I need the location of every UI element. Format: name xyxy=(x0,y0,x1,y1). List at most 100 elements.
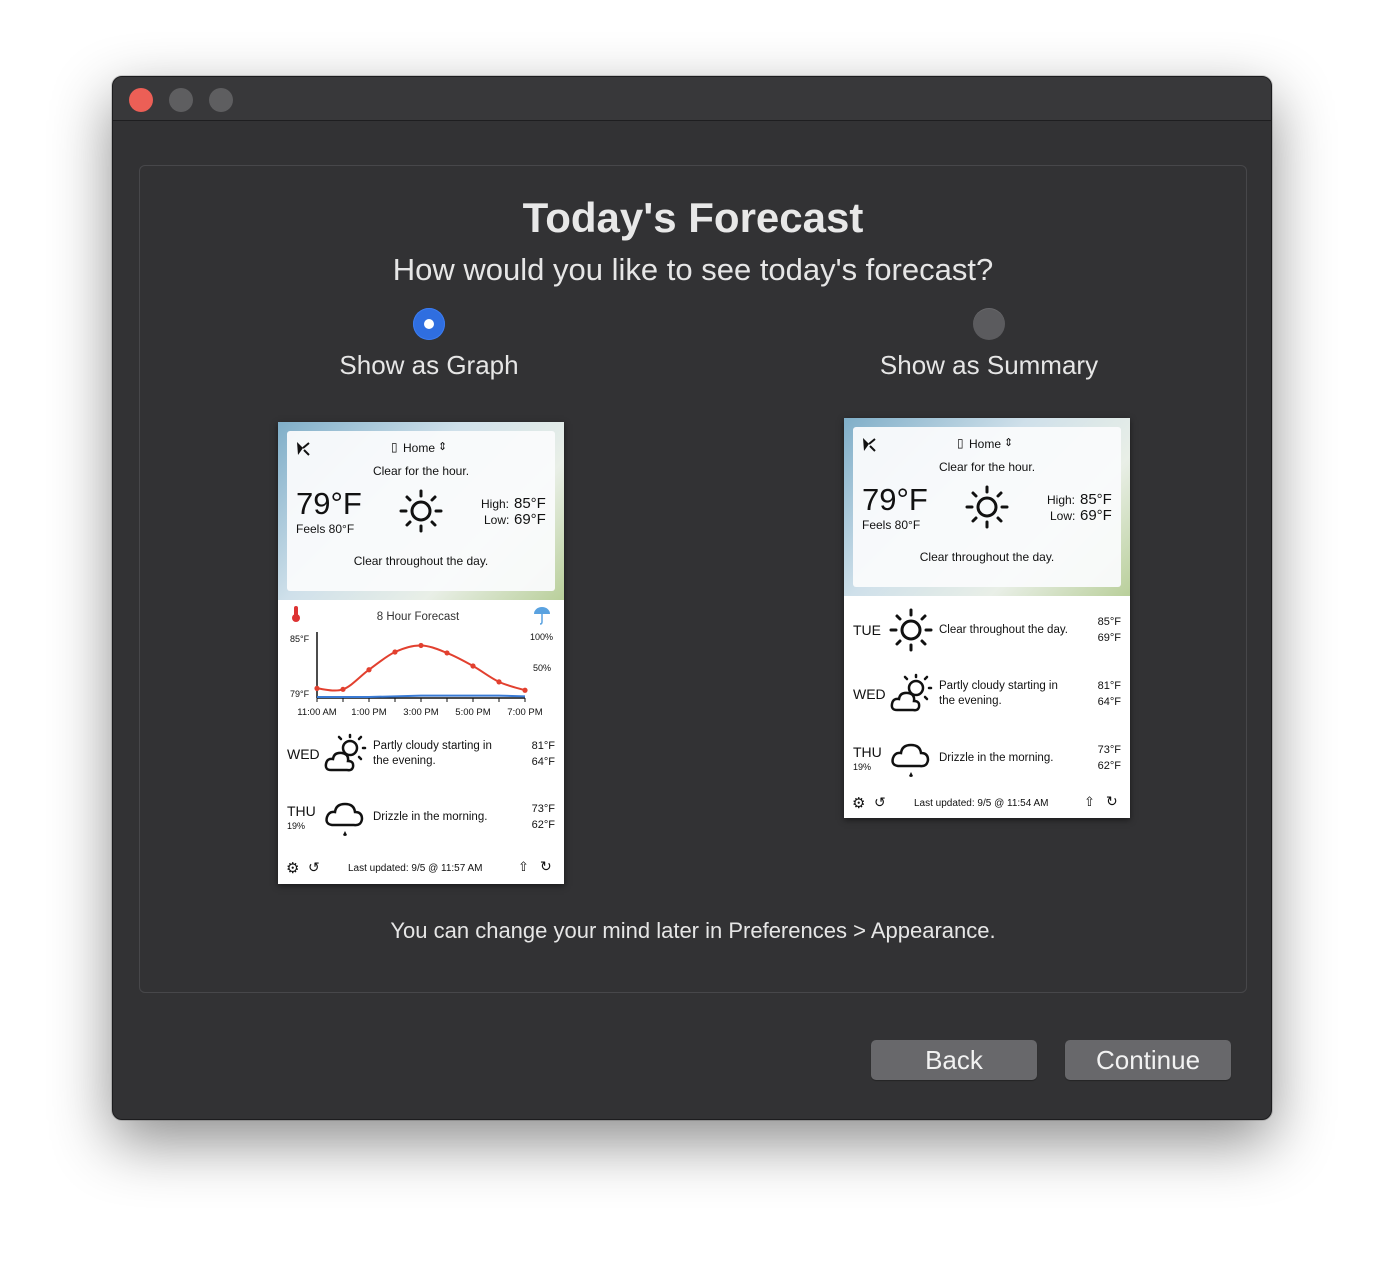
precip-chance: 19% xyxy=(287,821,306,831)
day-summary: Partly cloudy starting in xyxy=(939,680,1058,692)
forecast-row-wed[interactable]: WED Partly cloudy starting in the evening.… xyxy=(278,724,564,787)
refresh-icon[interactable]: ↻ xyxy=(540,858,552,875)
forecast-row-tue[interactable]: TUE Clear throughout the day. 85°F 69°F xyxy=(844,600,1130,664)
forecast-row-wed[interactable]: WED Partly cloudy starting in the evening.… xyxy=(844,664,1130,728)
setup-window: Today's Forecast How would you like to s… xyxy=(112,76,1272,1120)
gear-icon[interactable]: ⚙ xyxy=(286,859,299,877)
show-as-summary-label[interactable]: Show as Summary xyxy=(829,350,1149,381)
day-summary: Drizzle in the morning. xyxy=(373,811,488,823)
low-label: Low: xyxy=(1050,509,1076,523)
graph-preview[interactable]: ▯ Home ⇕ Clear for the hour. 79°F Feels … xyxy=(278,422,564,884)
temperature-point xyxy=(366,667,372,673)
title-bar[interactable] xyxy=(113,77,1271,121)
day-label: WED xyxy=(287,746,320,762)
high-label: High: xyxy=(481,497,510,511)
temperature-point xyxy=(470,663,476,669)
day-label: TUE xyxy=(853,622,881,638)
minimize-button[interactable] xyxy=(169,88,193,112)
day-high: 81°F xyxy=(1097,680,1121,692)
current-conditions: ▯ Home ⇕ Clear for the hour. 79°F Feels … xyxy=(278,422,564,600)
high-temp: 85°F xyxy=(1080,491,1112,508)
day-summary: Partly cloudy starting in xyxy=(373,740,492,752)
day-low: 64°F xyxy=(1097,696,1121,708)
current-conditions: ▯ Home ⇕ Clear for the hour. 79°F Feels … xyxy=(844,418,1130,596)
y2-label-mid: 50% xyxy=(533,663,551,673)
share-icon[interactable]: ⇧ xyxy=(1084,794,1095,810)
day-label: THU xyxy=(287,803,316,819)
sun-icon xyxy=(965,485,1009,529)
current-card: ▯ Home ⇕ Clear for the hour. 79°F Feels … xyxy=(287,431,555,591)
hour-forecast-chart: 8 Hour Forecast 85°F 79°F 100% 50% 11:00… xyxy=(290,606,553,718)
day-low: 69°F xyxy=(1097,632,1121,644)
history-icon[interactable]: ↺ xyxy=(308,859,320,876)
location-selector[interactable]: Home xyxy=(403,441,435,455)
temperature-point xyxy=(496,679,502,685)
thermometer-icon xyxy=(292,606,300,622)
high-temp: 85°F xyxy=(514,495,546,512)
close-button[interactable] xyxy=(129,88,153,112)
day-high: 81°F xyxy=(531,740,555,752)
high-label: High: xyxy=(1047,493,1076,507)
drizzle-icon xyxy=(325,802,364,836)
show-as-graph-label[interactable]: Show as Graph xyxy=(269,350,589,381)
precip-chance: 19% xyxy=(853,762,872,772)
page-subtitle: How would you like to see today's foreca… xyxy=(392,252,994,287)
zoom-button[interactable] xyxy=(209,88,233,112)
y2-label-top: 100% xyxy=(530,632,553,642)
history-icon[interactable]: ↺ xyxy=(874,794,886,811)
show-as-graph-radio[interactable] xyxy=(413,308,445,340)
content-panel: Today's Forecast How would you like to s… xyxy=(139,165,1247,993)
partly-cloudy-icon xyxy=(890,673,933,712)
day-high: 85°F xyxy=(1097,616,1121,628)
preview-footer: ⚙ ↺ Last updated: 9/5 @ 11:54 AM ⇧ ↻ xyxy=(844,790,1130,818)
day-summary-line2: the evening. xyxy=(939,695,1002,707)
y-label-top: 85°F xyxy=(290,634,310,644)
x-tick-label: 7:00 PM xyxy=(507,707,542,718)
temperature-point xyxy=(522,687,528,693)
hour-summary: Clear for the hour. xyxy=(938,460,1036,474)
updown-chevron-icon: ⇕ xyxy=(438,441,448,453)
share-icon[interactable]: ⇧ xyxy=(518,859,529,875)
low-temp: 69°F xyxy=(514,511,546,528)
page-title: Today's Forecast xyxy=(522,194,864,241)
summary-preview[interactable]: ▯ Home ⇕ Clear for the hour. 79°F Feels … xyxy=(844,418,1130,818)
drizzle-icon xyxy=(891,743,930,777)
forecast-row-thu[interactable]: THU 19% Drizzle in the morning. 73°F 62°F xyxy=(278,787,564,850)
feels-like: Feels 80°F xyxy=(296,522,355,536)
refresh-icon[interactable]: ↻ xyxy=(1106,793,1118,810)
back-button[interactable]: Back xyxy=(871,1040,1037,1080)
forecast-row-thu[interactable]: THU 19% Drizzle in the morning. 73°F 62°F xyxy=(844,728,1130,792)
day-low: 62°F xyxy=(1097,760,1121,772)
satellite-icon xyxy=(297,442,310,456)
feels-like: Feels 80°F xyxy=(862,518,921,532)
day-low: 62°F xyxy=(531,819,555,831)
day-summary: Clear throughout the day. xyxy=(939,624,1068,636)
low-temp: 69°F xyxy=(1080,507,1112,524)
day-high: 73°F xyxy=(531,803,555,815)
precip-series-line xyxy=(317,694,526,698)
continue-button[interactable]: Continue xyxy=(1065,1040,1231,1080)
show-as-summary-radio[interactable] xyxy=(973,308,1005,340)
temperature-point xyxy=(392,649,398,655)
preferences-note: You can change your mind later in Prefer… xyxy=(390,918,996,943)
chart-title: 8 Hour Forecast xyxy=(377,611,460,623)
phone-icon: ▯ xyxy=(391,440,398,454)
day-low: 64°F xyxy=(531,756,555,768)
partly-cloudy-icon xyxy=(324,733,367,772)
sun-icon xyxy=(889,608,933,652)
day-label: WED xyxy=(853,686,886,702)
updown-chevron-icon: ⇕ xyxy=(1004,437,1014,449)
x-tick-label: 3:00 PM xyxy=(403,707,438,718)
last-updated: Last updated: 9/5 @ 11:57 AM xyxy=(348,863,483,874)
umbrella-icon xyxy=(534,607,550,625)
temperature-point xyxy=(444,650,450,656)
day-summary: Clear throughout the day. xyxy=(919,550,1055,564)
location-selector[interactable]: Home xyxy=(969,437,1001,451)
y-label-bottom: 79°F xyxy=(290,689,310,699)
satellite-icon xyxy=(863,438,876,452)
gear-icon[interactable]: ⚙ xyxy=(852,794,865,812)
day-summary-line2: the evening. xyxy=(373,755,436,767)
hour-summary: Clear for the hour. xyxy=(372,464,470,478)
current-temp: 79°F xyxy=(296,486,362,521)
current-temp: 79°F xyxy=(862,482,928,517)
